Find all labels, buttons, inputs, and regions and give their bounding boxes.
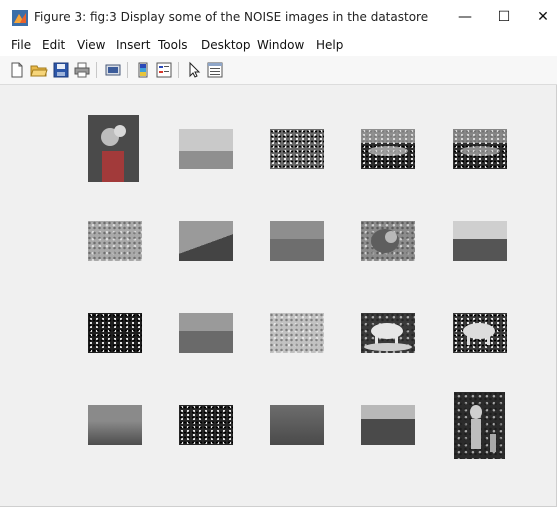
portrait-image <box>88 115 139 182</box>
property-editor-icon[interactable] <box>206 61 224 79</box>
image-thumbnail <box>270 405 324 445</box>
menu-edit[interactable]: Edit <box>42 38 65 52</box>
legend-icon[interactable] <box>155 61 173 79</box>
menu-tools[interactable]: Tools <box>158 38 188 52</box>
image-thumbnail <box>179 405 233 445</box>
toolbar-separator <box>96 62 97 78</box>
statues-image <box>470 405 496 452</box>
image-thumbnail <box>270 129 324 169</box>
toolbar <box>0 56 557 85</box>
print-icon[interactable] <box>73 61 91 79</box>
cow-image <box>364 323 412 351</box>
figure-window: Figure 3: fig:3 Display some of the NOIS… <box>0 0 557 507</box>
image-thumbnail <box>88 405 142 445</box>
pointer-icon[interactable] <box>185 61 203 79</box>
menu-window[interactable]: Window <box>257 38 304 52</box>
maximize-button[interactable]: ☐ <box>484 4 524 30</box>
matlab-icon <box>12 10 28 26</box>
image-thumbnail <box>361 313 415 353</box>
toolbar-separator <box>127 62 128 78</box>
image-thumbnail <box>179 221 233 261</box>
image-thumbnail <box>88 115 139 182</box>
menu-bar: File Edit View Insert Tools Desktop Wind… <box>0 34 557 56</box>
image-thumbnail <box>179 129 233 169</box>
image-thumbnail <box>454 392 505 459</box>
image-thumbnail <box>361 129 415 169</box>
image-thumbnail <box>270 221 324 261</box>
image-thumbnail <box>270 313 324 353</box>
title-bar: Figure 3: fig:3 Display some of the NOIS… <box>0 0 557 34</box>
image-thumbnail <box>361 221 415 261</box>
new-figure-icon[interactable] <box>8 61 26 79</box>
landscape-image <box>453 129 507 156</box>
save-icon[interactable] <box>52 61 70 79</box>
menu-help[interactable]: Help <box>316 38 343 52</box>
menu-desktop[interactable]: Desktop <box>201 38 251 52</box>
window-title: Figure 3: fig:3 Display some of the NOIS… <box>34 10 429 24</box>
image-thumbnail <box>88 313 142 353</box>
menu-insert[interactable]: Insert <box>116 38 150 52</box>
image-thumbnail <box>453 129 507 169</box>
landscape-image <box>361 129 415 156</box>
menu-view[interactable]: View <box>77 38 105 52</box>
colorbar-icon[interactable] <box>134 61 152 79</box>
image-thumbnail <box>88 221 142 261</box>
menu-file[interactable]: File <box>11 38 31 52</box>
cow-image <box>463 323 495 345</box>
open-file-icon[interactable] <box>30 61 48 79</box>
toolbar-separator <box>178 62 179 78</box>
image-thumbnail <box>453 221 507 261</box>
image-thumbnail <box>453 313 507 353</box>
minimize-button[interactable]: — <box>445 4 485 30</box>
link-plot-icon[interactable] <box>104 61 122 79</box>
image-thumbnail <box>361 405 415 445</box>
image-thumbnail <box>179 313 233 353</box>
figure-canvas <box>7 85 548 500</box>
close-button[interactable]: ✕ <box>523 4 557 30</box>
lion-image <box>371 229 399 253</box>
